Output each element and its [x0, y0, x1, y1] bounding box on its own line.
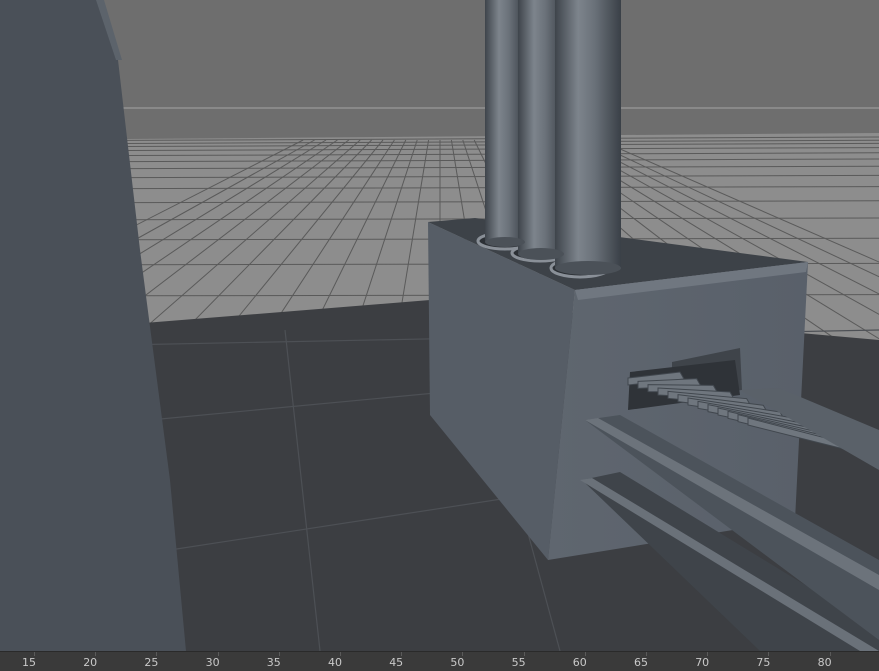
timeline-tick-label: 25: [144, 656, 159, 669]
pipe-cluster: [476, 0, 621, 279]
timeline-tick-label: 75: [756, 656, 771, 669]
timeline-tick-label: 65: [634, 656, 648, 669]
3d-viewport[interactable]: [0, 0, 879, 651]
timeline-tick-label: 30: [205, 656, 220, 669]
timeline-tick-label: 35: [266, 656, 281, 669]
timeline-tick-label: 60: [572, 656, 587, 669]
sky-backdrop: [0, 0, 879, 140]
timeline-tick-label: 80: [817, 656, 832, 669]
timeline-ruler[interactable]: 15202530354045505560657075808: [0, 651, 879, 671]
timeline-tick-label: 15: [22, 656, 36, 669]
viewport-scene: [0, 0, 879, 651]
timeline-tick-label: 40: [328, 656, 342, 669]
timeline-tick-label: 20: [83, 656, 98, 669]
timeline-tick-label: 55: [511, 656, 526, 669]
timeline-tick-label: 50: [450, 656, 465, 669]
timeline-tick-label: 70: [695, 656, 710, 669]
timeline-tick-label: 45: [389, 656, 404, 669]
